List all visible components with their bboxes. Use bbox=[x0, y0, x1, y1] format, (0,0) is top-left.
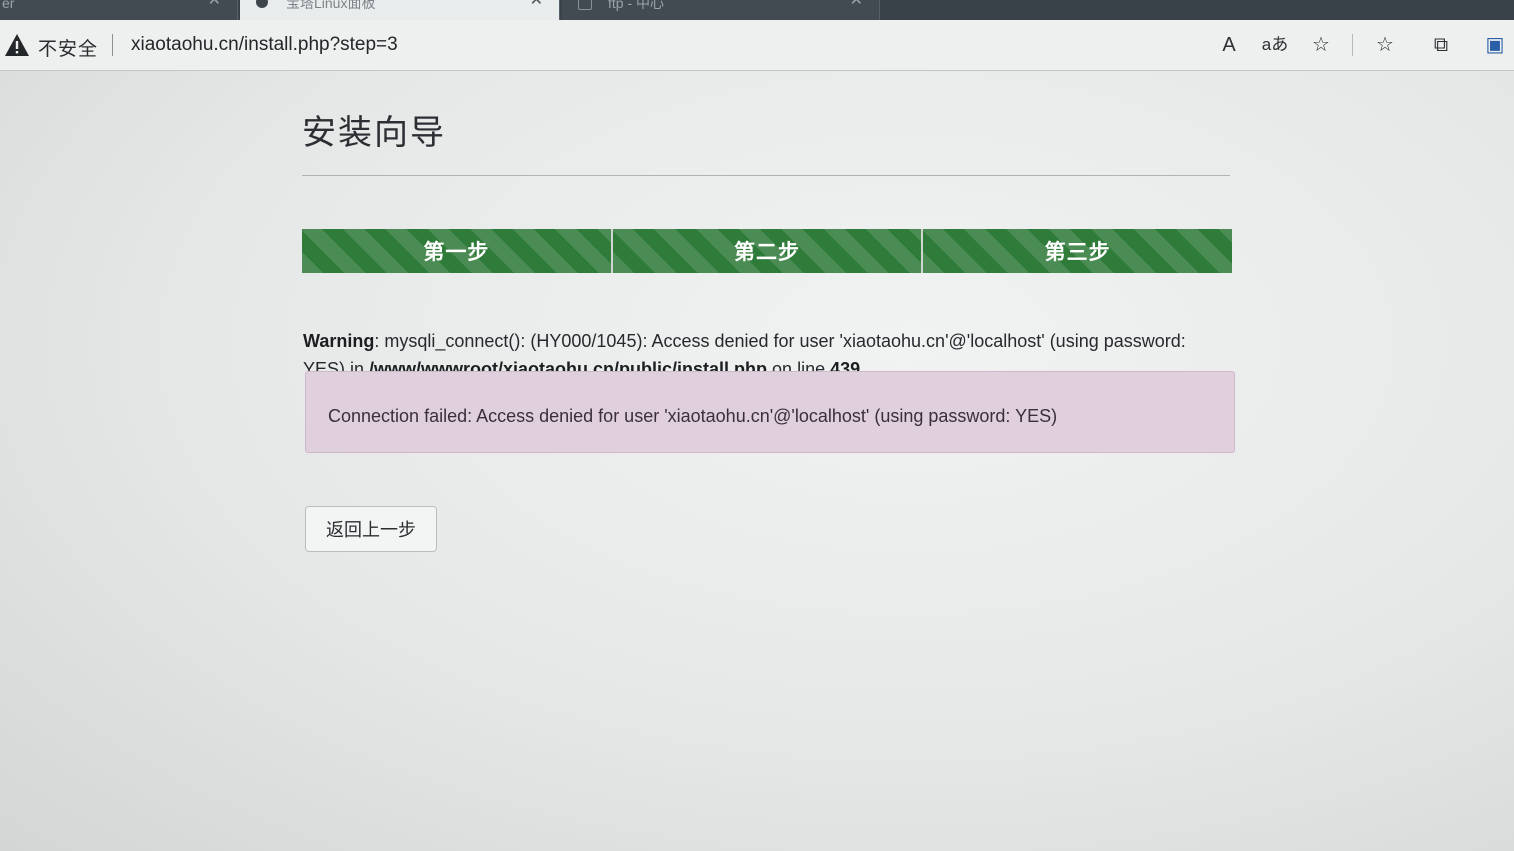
warning-icon[interactable] bbox=[4, 33, 30, 57]
browser-tab-2[interactable]: 宝塔Linux面板 ✕ bbox=[240, 0, 560, 20]
error-alert: Connection failed: Access denied for use… bbox=[305, 371, 1235, 453]
security-status[interactable]: 不安全 bbox=[38, 34, 98, 61]
progress-step-1: 第一步 bbox=[302, 229, 611, 273]
warning-label: Warning bbox=[303, 331, 375, 351]
add-favorite-icon[interactable]: ☆ bbox=[1306, 30, 1336, 60]
install-progress-bar: 第一步 第二步 第三步 bbox=[302, 229, 1233, 273]
alert-message: Connection failed: Access denied for use… bbox=[328, 406, 1058, 426]
translate-icon[interactable]: aあ bbox=[1260, 30, 1290, 60]
divider bbox=[112, 34, 113, 56]
tab-close-icon[interactable]: ✕ bbox=[850, 0, 863, 9]
back-button[interactable]: 返回上一步 bbox=[305, 506, 437, 552]
page-title: 安装向导 bbox=[302, 114, 446, 152]
collections-icon[interactable]: ⧉ bbox=[1426, 30, 1456, 60]
browser-tab-1[interactable]: er ✕ bbox=[0, 0, 238, 20]
page-viewport: 安装向导 第一步 第二步 第三步 Warning: mysqli_connect… bbox=[0, 71, 1514, 851]
page-icon bbox=[578, 0, 592, 10]
read-aloud-icon[interactable]: A bbox=[1214, 30, 1244, 60]
tab-title: 宝塔Linux面板 bbox=[286, 0, 376, 11]
extensions-icon[interactable]: ▣ bbox=[1480, 30, 1510, 60]
tab-close-icon[interactable]: ✕ bbox=[208, 0, 221, 9]
progress-step-2: 第二步 bbox=[612, 229, 922, 273]
progress-step-3: 第三步 bbox=[923, 229, 1233, 273]
favicon-icon bbox=[256, 0, 268, 8]
tab-title: er bbox=[2, 0, 15, 11]
tab-close-icon[interactable]: ✕ bbox=[530, 0, 543, 9]
divider bbox=[302, 175, 1230, 176]
favorites-icon[interactable]: ☆ bbox=[1370, 30, 1400, 60]
tab-strip: er ✕ 宝塔Linux面板 ✕ ftp - 中心 ✕ bbox=[0, 0, 1514, 20]
tab-title: ftp - 中心 bbox=[608, 0, 665, 11]
address-bar: 不安全 xiaotaohu.cn/install.php?step=3 A aあ… bbox=[0, 20, 1514, 71]
url-field[interactable]: xiaotaohu.cn/install.php?step=3 bbox=[131, 34, 398, 56]
browser-tab-3[interactable]: ftp - 中心 ✕ bbox=[562, 0, 880, 20]
divider bbox=[1352, 34, 1353, 56]
